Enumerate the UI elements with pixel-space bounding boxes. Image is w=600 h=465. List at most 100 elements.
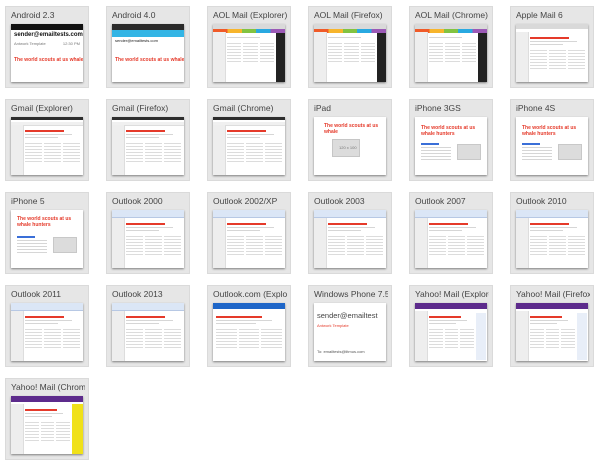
email-thumbnail[interactable]: The world scouts at us whale hunters — [415, 117, 487, 175]
client-name: Apple Mail 6 — [516, 10, 563, 20]
preview-card[interactable]: AOL Mail (Explorer) — [207, 6, 291, 88]
content-column — [56, 420, 71, 442]
email-thumbnail[interactable]: sender@emailtests.com The world scouts at… — [112, 24, 184, 82]
preview-card[interactable]: iPhone 3GS The world scouts at us whale h… — [409, 99, 493, 181]
content-column — [246, 234, 263, 256]
content-columns — [25, 141, 80, 163]
email-thumbnail[interactable] — [213, 303, 285, 361]
message-body — [25, 407, 71, 452]
text-line — [126, 230, 159, 231]
headline-bar — [25, 316, 64, 318]
email-thumbnail[interactable] — [314, 210, 386, 268]
text-line — [126, 320, 173, 321]
content-column — [25, 420, 39, 442]
content-column — [126, 234, 143, 256]
email-thumbnail[interactable] — [516, 210, 588, 268]
client-name: Gmail (Chrome) — [213, 103, 274, 113]
template-name: Antwork Template — [317, 323, 349, 328]
email-thumbnail[interactable] — [415, 303, 487, 361]
yahoo-header — [11, 396, 83, 402]
content-columns — [328, 41, 375, 63]
content-column — [530, 234, 547, 256]
preview-card[interactable]: Outlook 2011 — [5, 285, 89, 367]
headline-bar — [530, 316, 562, 318]
preview-card[interactable]: Yahoo! Mail (Firefox) — [510, 285, 594, 367]
preview-card[interactable]: Outlook.com (Explorer) — [207, 285, 291, 367]
content-column — [549, 234, 566, 256]
headline-bar — [25, 130, 64, 132]
email-thumbnail[interactable] — [314, 24, 386, 82]
message-body — [530, 314, 576, 359]
preview-card[interactable]: Android 2.3 sender@emailtests.com Antwork … — [5, 6, 89, 88]
headline-bar — [216, 316, 263, 318]
content-column — [549, 48, 566, 70]
email-thumbnail[interactable] — [11, 117, 83, 175]
headline-bar — [429, 316, 461, 318]
email-thumbnail[interactable] — [112, 210, 184, 268]
content-column — [63, 141, 80, 163]
content-column — [164, 327, 181, 349]
preview-card[interactable]: Gmail (Explorer) — [5, 99, 89, 181]
email-thumbnail[interactable] — [213, 210, 285, 268]
text-line — [421, 156, 451, 157]
email-headline: The world scouts at us whale — [324, 123, 379, 135]
client-name: iPad — [314, 103, 332, 113]
preview-card[interactable]: Outlook 2013 — [106, 285, 190, 367]
preview-card[interactable]: Outlook 2002/XP — [207, 192, 291, 274]
preview-card[interactable]: iPhone 5 The world scouts at us whale hun… — [5, 192, 89, 274]
client-name: Android 4.0 — [112, 10, 156, 20]
email-thumbnail[interactable] — [415, 210, 487, 268]
preview-card[interactable]: Outlook 2010 — [510, 192, 594, 274]
text-line — [227, 37, 260, 38]
email-thumbnail[interactable]: The world scouts at us whale 120 x 100 — [314, 117, 386, 175]
outlook-ribbon — [11, 303, 83, 311]
folder-pane — [415, 311, 428, 361]
preview-card[interactable]: Windows Phone 7.5 sender@emailtest Antwork… — [308, 285, 392, 367]
image-caption: 120 x 100 — [339, 145, 357, 150]
preview-card[interactable]: iPad The world scouts at us whale 120 x 10… — [308, 99, 392, 181]
email-thumbnail[interactable]: sender@emailtests.com Antwork Template 12:… — [11, 24, 83, 82]
content-column — [265, 141, 282, 163]
preview-card[interactable]: Yahoo! Mail (Chrome) — [5, 378, 89, 460]
content-column — [259, 41, 274, 63]
mail-header — [112, 30, 184, 37]
content-column — [561, 327, 576, 349]
preview-card[interactable]: AOL Mail (Firefox) — [308, 6, 392, 88]
content-column — [530, 327, 544, 349]
text-line — [429, 227, 476, 228]
content-column — [126, 327, 143, 349]
email-thumbnail[interactable]: The world scouts at us whale hunters — [11, 210, 83, 268]
content-column — [467, 234, 484, 256]
preview-card[interactable]: Gmail (Chrome) — [207, 99, 291, 181]
email-headline: The world scouts at us whale hunters — [421, 125, 476, 137]
email-thumbnail[interactable]: The world scouts at us whale hunters — [516, 117, 588, 175]
email-thumbnail[interactable] — [415, 24, 487, 82]
client-name: Outlook 2000 — [112, 196, 163, 206]
preview-card[interactable]: Outlook 2007 — [409, 192, 493, 274]
preview-card[interactable]: Outlook 2000 — [106, 192, 190, 274]
email-thumbnail[interactable] — [516, 24, 588, 82]
email-thumbnail[interactable]: sender@emailtest Antwork Template To: emai… — [314, 303, 386, 361]
preview-card[interactable]: Outlook 2003 — [308, 192, 392, 274]
email-thumbnail[interactable] — [516, 303, 588, 361]
preview-card[interactable]: Android 4.0 sender@emailtests.com The worl… — [106, 6, 190, 88]
email-headline: The world scouts at us whale — [14, 57, 83, 63]
email-thumbnail[interactable] — [213, 24, 285, 82]
email-thumbnail[interactable] — [213, 117, 285, 175]
text-line — [25, 134, 72, 135]
content-columns — [530, 234, 585, 256]
preview-card[interactable]: Apple Mail 6 — [510, 6, 594, 88]
preview-card[interactable]: iPhone 4S The world scouts at us whale hu… — [510, 99, 594, 181]
email-thumbnail[interactable] — [11, 396, 83, 454]
preview-card[interactable]: AOL Mail (Chrome) — [409, 6, 493, 88]
client-name: Gmail (Explorer) — [11, 103, 73, 113]
preview-card[interactable]: Gmail (Firefox) — [106, 99, 190, 181]
email-thumbnail[interactable] — [11, 303, 83, 361]
email-thumbnail[interactable] — [112, 117, 184, 175]
text-line — [522, 150, 552, 151]
client-name: Yahoo! Mail (Explorer) — [415, 289, 489, 299]
email-headline: The world scouts at us whale — [115, 57, 184, 63]
email-thumbnail[interactable] — [112, 303, 184, 361]
preview-card[interactable]: Yahoo! Mail (Explorer) — [409, 285, 493, 367]
content-column — [164, 141, 181, 163]
